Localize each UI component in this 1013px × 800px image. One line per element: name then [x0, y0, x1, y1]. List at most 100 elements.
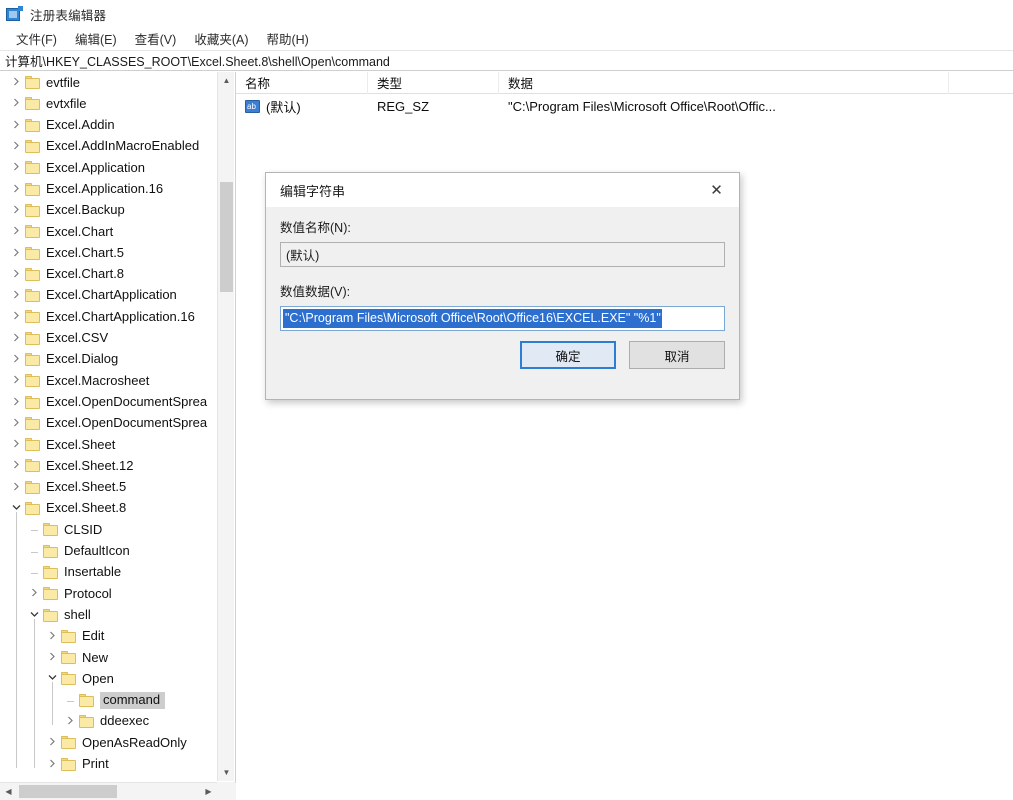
chevron-right-icon[interactable] — [8, 141, 25, 150]
tree-item-excel-chartapplication-16[interactable]: Excel.ChartApplication.16 — [0, 306, 217, 327]
cancel-button[interactable]: 取消 — [629, 341, 725, 369]
ok-button[interactable]: 确定 — [520, 341, 616, 369]
edit-string-dialog: 编辑字符串 ✕ 数值名称(N): (默认) 数值数据(V): "C:\Progr… — [265, 172, 740, 400]
registry-tree-pane: evtfile evtxfile Excel.Addin Excel.AddInMac… — [0, 72, 236, 800]
tree-item-command[interactable]: command — [0, 690, 217, 711]
tree-item-excel-addinmacroenabled[interactable]: Excel.AddInMacroEnabled — [0, 136, 217, 157]
chevron-down-icon[interactable] — [26, 611, 43, 618]
chevron-right-icon[interactable] — [44, 759, 61, 768]
registry-editor-icon — [6, 5, 23, 23]
tree-item-excel-chartapplication[interactable]: Excel.ChartApplication — [0, 285, 217, 306]
tree-item-excel-csv[interactable]: Excel.CSV — [0, 328, 217, 349]
chevron-right-icon[interactable] — [44, 631, 61, 640]
tree-item-excel-sheet-5[interactable]: Excel.Sheet.5 — [0, 477, 217, 498]
chevron-right-icon[interactable] — [8, 375, 25, 384]
tree-item-shell[interactable]: shell — [0, 604, 217, 625]
tree-item-excel-application[interactable]: Excel.Application — [0, 157, 217, 178]
tree-vertical-scrollbar[interactable]: ▲ ▼ — [217, 72, 234, 781]
address-bar[interactable]: 计算机\HKEY_CLASSES_ROOT\Excel.Sheet.8\shel… — [0, 51, 1013, 71]
menu-favorites[interactable]: 收藏夹(A) — [185, 27, 257, 51]
value-data-input[interactable]: "C:\Program Files\Microsoft Office\Root\… — [280, 306, 725, 331]
chevron-right-icon[interactable] — [62, 716, 79, 725]
tree-item-excel-macrosheet[interactable]: Excel.Macrosheet — [0, 370, 217, 391]
vertical-scroll-thumb[interactable] — [220, 182, 233, 292]
chevron-right-icon[interactable] — [8, 482, 25, 491]
tree-item-evtfile[interactable]: evtfile — [0, 72, 217, 93]
folder-icon — [25, 203, 41, 217]
tree-item-new[interactable]: New — [0, 647, 217, 668]
window-titlebar: 注册表编辑器 — [0, 0, 1013, 28]
column-header-type[interactable]: 类型 — [368, 71, 499, 94]
chevron-right-icon[interactable] — [8, 162, 25, 171]
tree-item-defaulticon[interactable]: DefaultIcon — [0, 541, 217, 562]
close-icon[interactable]: ✕ — [694, 174, 739, 206]
tree-item-evtxfile[interactable]: evtxfile — [0, 93, 217, 114]
tree-item-excel-opendocumentsprea[interactable]: Excel.OpenDocumentSprea — [0, 391, 217, 412]
tree-horizontal-scrollbar[interactable]: ◀ ▶ — [0, 782, 236, 800]
chevron-right-icon[interactable] — [8, 290, 25, 299]
chevron-right-icon[interactable] — [26, 588, 43, 597]
value-row[interactable]: (默认) REG_SZ "C:\Program Files\Microsoft Of… — [236, 94, 1013, 118]
tree-item-ddeexec[interactable]: ddeexec — [0, 711, 217, 732]
tree-item-excel-chart[interactable]: Excel.Chart — [0, 221, 217, 242]
scroll-down-arrow[interactable]: ▼ — [218, 764, 235, 781]
tree-item-clsid[interactable]: CLSID — [0, 519, 217, 540]
tree-item-insertable[interactable]: Insertable — [0, 562, 217, 583]
column-header-name[interactable]: 名称 — [236, 71, 368, 94]
menu-edit[interactable]: 编辑(E) — [66, 27, 126, 51]
tree-item-excel-application-16[interactable]: Excel.Application.16 — [0, 178, 217, 199]
tree-item-excel-opendocumentsprea[interactable]: Excel.OpenDocumentSprea — [0, 413, 217, 434]
tree-item-excel-sheet-12[interactable]: Excel.Sheet.12 — [0, 455, 217, 476]
folder-icon — [25, 182, 41, 196]
chevron-right-icon[interactable] — [8, 120, 25, 129]
tree-item-protocol[interactable]: Protocol — [0, 583, 217, 604]
chevron-right-icon[interactable] — [8, 311, 25, 320]
tree-item-excel-chart-5[interactable]: Excel.Chart.5 — [0, 242, 217, 263]
chevron-right-icon[interactable] — [8, 184, 25, 193]
scroll-right-arrow[interactable]: ▶ — [200, 783, 217, 800]
chevron-right-icon[interactable] — [8, 98, 25, 107]
chevron-right-icon[interactable] — [8, 354, 25, 363]
chevron-right-icon[interactable] — [8, 397, 25, 406]
chevron-right-icon[interactable] — [8, 248, 25, 257]
chevron-right-icon[interactable] — [44, 652, 61, 661]
registry-tree[interactable]: evtfile evtxfile Excel.Addin Excel.AddInMac… — [0, 72, 217, 781]
tree-item-open[interactable]: Open — [0, 668, 217, 689]
menu-help[interactable]: 帮助(H) — [257, 27, 317, 51]
menu-file[interactable]: 文件(F) — [7, 27, 66, 51]
scroll-up-arrow[interactable]: ▲ — [218, 72, 235, 89]
chevron-right-icon[interactable] — [8, 205, 25, 214]
value-name-text: (默认) — [266, 99, 301, 115]
chevron-right-icon[interactable] — [8, 269, 25, 278]
chevron-down-icon[interactable] — [44, 674, 61, 681]
menu-view[interactable]: 查看(V) — [126, 27, 186, 51]
chevron-right-icon[interactable] — [44, 737, 61, 746]
tree-item-label: Excel.AddInMacroEnabled — [46, 138, 200, 154]
folder-icon — [25, 395, 41, 409]
chevron-right-icon[interactable] — [8, 77, 25, 86]
tree-item-label: Excel.Addin — [46, 117, 115, 133]
folder-icon — [25, 267, 41, 281]
chevron-down-icon[interactable] — [8, 504, 25, 511]
chevron-right-icon[interactable] — [8, 226, 25, 235]
tree-item-excel-backup[interactable]: Excel.Backup — [0, 200, 217, 221]
tree-item-excel-chart-8[interactable]: Excel.Chart.8 — [0, 264, 217, 285]
tree-item-print[interactable]: Print — [0, 754, 217, 775]
tree-item-excel-sheet[interactable]: Excel.Sheet — [0, 434, 217, 455]
horizontal-scroll-thumb[interactable] — [19, 785, 117, 798]
column-header-data[interactable]: 数据 — [499, 71, 949, 94]
scroll-left-arrow[interactable]: ◀ — [0, 783, 17, 800]
chevron-right-icon[interactable] — [8, 460, 25, 469]
tree-item-excel-dialog[interactable]: Excel.Dialog — [0, 349, 217, 370]
tree-item-excel-sheet-8[interactable]: Excel.Sheet.8 — [0, 498, 217, 519]
tree-guide-line — [16, 512, 17, 768]
tree-guide-line — [34, 618, 35, 768]
chevron-right-icon[interactable] — [8, 418, 25, 427]
tree-item-excel-addin[interactable]: Excel.Addin — [0, 115, 217, 136]
chevron-right-icon[interactable] — [8, 439, 25, 448]
tree-item-openasreadonly[interactable]: OpenAsReadOnly — [0, 732, 217, 753]
chevron-right-icon[interactable] — [8, 333, 25, 342]
folder-icon — [25, 97, 41, 111]
tree-item-edit[interactable]: Edit — [0, 626, 217, 647]
value-name-input[interactable]: (默认) — [280, 242, 725, 267]
